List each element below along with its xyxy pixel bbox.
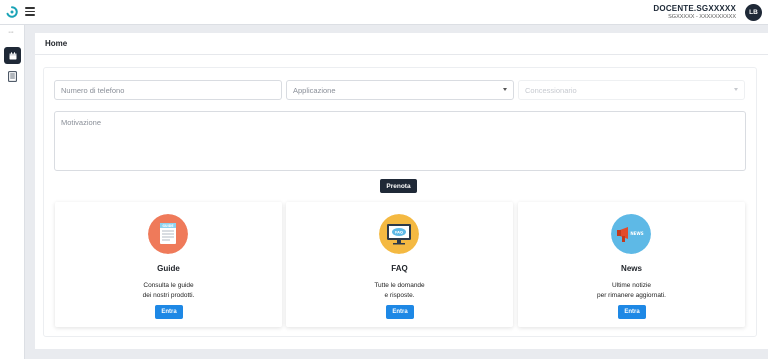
prenota-button[interactable]: Prenota: [380, 179, 417, 193]
card-guide-line1: Consulta le guide: [143, 282, 194, 289]
news-enter-button[interactable]: Entra: [618, 305, 646, 319]
more-icon[interactable]: ···: [8, 29, 14, 36]
logo-icon[interactable]: [6, 6, 18, 18]
top-bar: DOCENTE.SGXXXXX SGXXXXX - XXXXXXXXXX LB: [0, 0, 768, 25]
chevron-down-icon: [503, 88, 507, 91]
motivation-textarea[interactable]: Motivazione: [54, 111, 746, 171]
page-title: Home: [45, 39, 68, 48]
card-faq-title: FAQ: [391, 264, 408, 273]
calendar-icon: [9, 51, 16, 59]
card-news: NEWS News Ultime notizie per rimanere ag…: [518, 202, 745, 327]
faq-enter-button[interactable]: Entra: [386, 305, 414, 319]
card-faq-line2: e risposte.: [384, 292, 415, 299]
user-info: DOCENTE.SGXXXXX SGXXXXX - XXXXXXXXXX: [653, 4, 736, 21]
faq-icon-label: FAQ: [395, 231, 403, 235]
news-icon-label: NEWS: [630, 231, 643, 236]
application-select[interactable]: Applicazione: [286, 80, 514, 100]
card-faq: FAQ FAQ Tutte le domande e risposte. Ent…: [286, 202, 513, 327]
card-news-line2: per rimanere aggiornati.: [596, 292, 666, 299]
document-list-icon: [8, 71, 17, 82]
sidebar-item-list[interactable]: [4, 69, 21, 84]
guide-icon-label: GUIDE: [162, 224, 173, 228]
guide-icon: GUIDE: [148, 214, 188, 254]
concession-select-value: Concessionario: [525, 85, 577, 95]
menu-icon[interactable]: [25, 7, 35, 16]
card-guide-text: Consulta le guide dei nostri prodotti.: [55, 281, 282, 301]
card-news-line1: Ultime notizie: [611, 282, 651, 289]
card-news-title: News: [621, 264, 642, 273]
card-faq-text: Tutte le domande e risposte.: [286, 281, 513, 301]
sidebar: ···: [0, 25, 25, 359]
card-guide-title: Guide: [157, 264, 180, 273]
application-select-value: Applicazione: [293, 85, 336, 95]
card-guide: GUIDE Guide Consulta le guide dei nostri…: [55, 202, 282, 327]
card-news-text: Ultime notizie per rimanere aggiornati.: [518, 281, 745, 301]
faq-icon: FAQ: [379, 214, 419, 254]
sidebar-item-home[interactable]: [4, 47, 21, 64]
guide-enter-button[interactable]: Entra: [155, 305, 183, 319]
user-name: DOCENTE.SGXXXXX: [653, 4, 736, 13]
avatar[interactable]: LB: [745, 4, 762, 21]
card-faq-line1: Tutte le domande: [374, 282, 425, 289]
page-header: Home: [35, 33, 768, 55]
user-code: SGXXXXX - XXXXXXXXXX: [668, 14, 736, 20]
phone-input[interactable]: Numero di telefono: [54, 80, 282, 100]
news-icon: NEWS: [611, 214, 651, 254]
card-guide-line2: dei nostri prodotti.: [142, 292, 195, 299]
chevron-down-icon: [734, 88, 738, 91]
concession-select: Concessionario: [518, 80, 745, 100]
